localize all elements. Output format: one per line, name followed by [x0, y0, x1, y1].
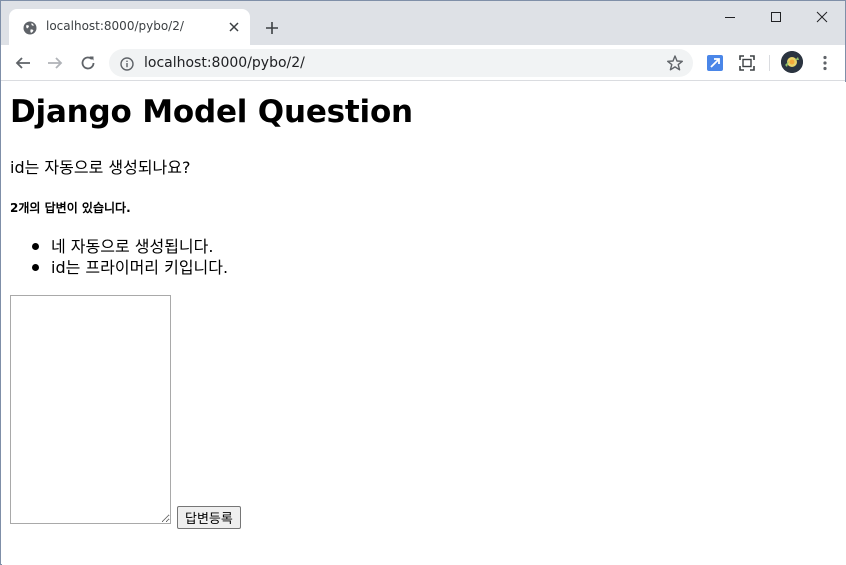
answer-content-textarea[interactable]: [10, 295, 171, 524]
answer-list: 네 자동으로 생성됩니다. id는 프라이머리 키입니다.: [30, 236, 228, 278]
page-title: Django Model Question: [10, 94, 413, 130]
tab-strip: localhost:8000/pybo/2/: [1, 1, 845, 45]
kebab-menu-icon[interactable]: [813, 51, 837, 75]
extension-icon[interactable]: [703, 51, 727, 75]
reload-icon[interactable]: [74, 49, 102, 77]
site-info-icon[interactable]: [120, 56, 134, 71]
answer-count: 2개의 답변이 있습니다.: [10, 201, 131, 215]
screen-capture-icon[interactable]: [735, 51, 759, 75]
active-tab[interactable]: localhost:8000/pybo/2/: [9, 9, 250, 45]
forward-arrow-icon[interactable]: [41, 49, 69, 77]
url-text[interactable]: localhost:8000/pybo/2/: [144, 55, 305, 71]
globe-icon: [23, 20, 37, 35]
back-arrow-icon[interactable]: [9, 49, 37, 77]
bookmark-star-icon[interactable]: [666, 54, 684, 72]
close-window-icon[interactable]: [799, 1, 845, 33]
answer-item: 네 자동으로 생성됩니다.: [30, 236, 228, 257]
new-tab-icon[interactable]: [260, 16, 284, 40]
question-content: id는 자동으로 생성되나요?: [10, 158, 191, 177]
answer-item: id는 프라이머리 키입니다.: [30, 257, 228, 278]
address-bar[interactable]: localhost:8000/pybo/2/: [109, 49, 693, 77]
close-tab-icon[interactable]: [225, 18, 243, 36]
maximize-window-icon[interactable]: [753, 1, 799, 33]
profile-avatar[interactable]: [781, 51, 803, 73]
page-content: Django Model Question id는 자동으로 생성되나요? 2개…: [2, 82, 846, 565]
minimize-window-icon[interactable]: [707, 1, 753, 33]
browser-toolbar: localhost:8000/pybo/2/: [1, 45, 845, 81]
toolbar-divider: [769, 55, 770, 71]
browser-window: localhost:8000/pybo/2/ localhost:8000/py…: [0, 0, 846, 565]
tab-title: localhost:8000/pybo/2/: [46, 19, 184, 33]
submit-answer-button[interactable]: 답변등록: [177, 506, 241, 529]
